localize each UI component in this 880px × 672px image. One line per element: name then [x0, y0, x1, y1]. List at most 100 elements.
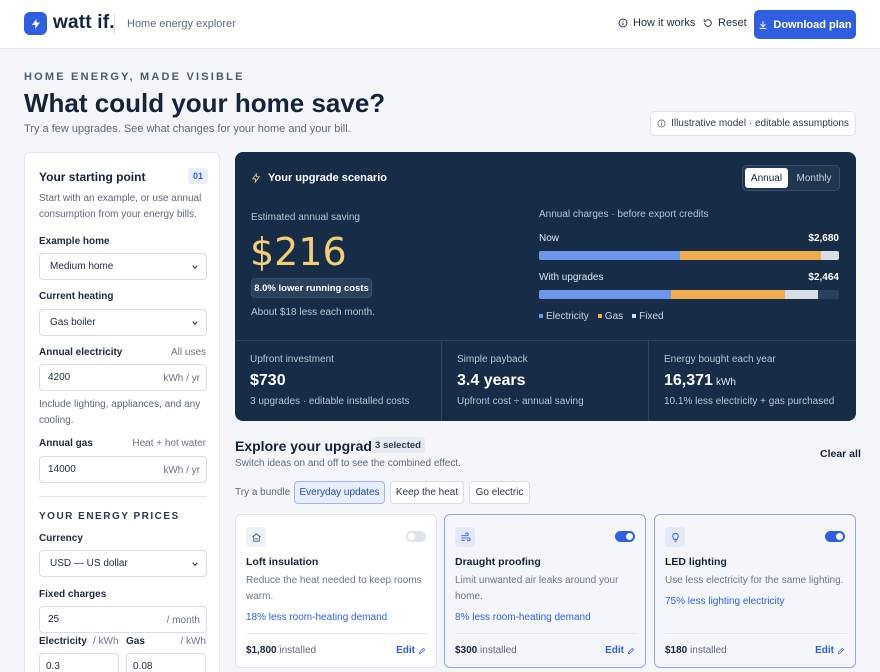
stats-divider: [235, 340, 856, 341]
starting-point-panel: Your starting point 01 Start with an exa…: [24, 152, 220, 672]
currency-select[interactable]: USD — US dollar: [39, 550, 207, 577]
energy-bought-label: Energy bought each year: [664, 354, 776, 365]
chevron-down-icon: [192, 321, 198, 326]
legend-electricity: Electricity: [539, 311, 589, 322]
chevron-down-icon: [192, 265, 198, 270]
download-plan-button[interactable]: Download plan: [754, 10, 856, 39]
upfront-investment-note: 3 upgrades · editable installed costs: [250, 396, 410, 407]
upgrade-description: Limit unwanted air leaks around your hom…: [455, 575, 619, 602]
legend-fixed: Fixed: [632, 311, 664, 322]
stats-divider-2: [648, 341, 649, 421]
download-icon: [760, 20, 767, 29]
section-divider: [39, 496, 207, 497]
upgrade-card-loft-insulation[interactable]: Loft insulation Reduce the heat needed t…: [235, 514, 437, 668]
now-bar-gas: [680, 251, 821, 260]
now-label: Now: [539, 233, 560, 244]
card-divider: [455, 633, 637, 634]
example-home-select[interactable]: Medium home: [39, 253, 207, 280]
edit-button[interactable]: Edit: [396, 645, 426, 656]
illustrative-model-label: Illustrative model · editable assumption…: [671, 118, 849, 129]
upgrade-impact: 8% less room-heating demand: [455, 612, 591, 623]
upgrade-impact: 75% less lighting electricity: [665, 596, 785, 607]
lower-costs-pill: 8.0% lower running costs: [251, 278, 372, 298]
now-bar-fixed: [821, 251, 839, 260]
page-title: What could your home save?: [24, 88, 386, 118]
fixed-charges-input[interactable]: 25 / month: [39, 606, 207, 633]
with-upgrades-label: With upgrades: [539, 272, 604, 283]
chevron-down-icon: [192, 562, 198, 567]
upgrade-description: Reduce the heat needed to keep rooms war…: [246, 575, 422, 602]
edit-button[interactable]: Edit: [815, 645, 845, 656]
toggle-annual[interactable]: Annual: [745, 168, 788, 188]
energy-bought-unit: kWh: [715, 377, 736, 388]
charges-legend: Electricity Gas Fixed: [539, 311, 664, 322]
reset-icon: [703, 19, 712, 27]
fixed-charges-label: Fixed charges: [39, 589, 107, 600]
house-icon: [246, 527, 266, 547]
reset-button[interactable]: Reset: [703, 17, 747, 29]
logo-bolt-icon[interactable]: [24, 12, 47, 35]
bundle-keep-the-heat[interactable]: Keep the heat: [390, 481, 464, 504]
upgrade-impact: 18% less room-heating demand: [246, 612, 388, 623]
info-icon: [657, 119, 666, 128]
gas-price-input[interactable]: 0.08: [126, 653, 206, 672]
hero-subtitle: Try a few upgrades. See what changes for…: [24, 123, 351, 135]
annual-electricity-note: Include lighting, appliances, and any co…: [39, 399, 201, 426]
gas-price-label: Gas: [126, 636, 145, 647]
wind-icon: [455, 527, 475, 547]
stats-divider-1: [441, 341, 442, 421]
annual-charges-title: Annual charges · before export credits: [539, 209, 709, 220]
card-divider: [246, 633, 428, 634]
fixed-charges-value: 25: [48, 614, 60, 625]
pencil-icon: [837, 647, 845, 654]
scenario-header: Your upgrade scenario: [251, 172, 387, 184]
with-bar-gas: [671, 290, 785, 299]
annual-electricity-input[interactable]: 4200 kWh / yr: [39, 364, 207, 391]
electricity-price-input[interactable]: 0.3: [39, 653, 119, 672]
saving-value: $216: [250, 230, 347, 274]
upgrade-cost: $1,800 installed: [246, 645, 317, 656]
bundle-everyday-updates[interactable]: Everyday updates: [294, 481, 385, 504]
toggle-monthly[interactable]: Monthly: [791, 168, 837, 188]
current-heating-value: Gas boiler: [50, 317, 96, 328]
clear-all-button[interactable]: Clear all: [820, 448, 861, 460]
annual-electricity-label: Annual electricity: [39, 347, 123, 358]
upgrade-description: Use less electricity for the same lighti…: [665, 575, 844, 586]
led-lighting-toggle[interactable]: [825, 531, 845, 542]
with-bar-fixed: [785, 290, 818, 299]
explore-upgrades-title: Explore your upgrades: [235, 438, 388, 454]
now-bar-electricity: [539, 251, 680, 260]
top-bar: watt if. Home energy explorer How it wor…: [0, 0, 880, 49]
logo-text[interactable]: watt if.: [53, 12, 115, 34]
current-heating-select[interactable]: Gas boiler: [39, 309, 207, 336]
starting-point-description: Start with an example, or use annual con…: [39, 193, 202, 220]
pencil-icon: [418, 647, 426, 654]
selected-count-badge: 3 selected: [371, 437, 425, 453]
loft-insulation-toggle[interactable]: [406, 531, 426, 542]
edit-button[interactable]: Edit: [605, 645, 635, 656]
draught-proofing-toggle[interactable]: [615, 531, 635, 542]
logo-divider: [114, 14, 115, 34]
monthly-note: About $18 less each month.: [251, 307, 375, 318]
example-home-label: Example home: [39, 236, 110, 247]
reset-label: Reset: [718, 17, 747, 29]
illustrative-model-badge: Illustrative model · editable assumption…: [650, 111, 856, 136]
with-upgrades-bar: [539, 290, 839, 299]
upgrade-cost: $300 installed: [455, 645, 517, 656]
starting-point-title: Your starting point: [39, 170, 146, 184]
currency-label: Currency: [39, 533, 83, 544]
upgrade-card-draught-proofing[interactable]: Draught proofing Limit unwanted air leak…: [444, 514, 646, 668]
annual-gas-input[interactable]: 14000 kWh / yr: [39, 456, 207, 483]
energy-bought-note: 10.1% less electricity + gas purchased: [664, 396, 835, 407]
gas-price-unit: / kWh: [180, 636, 206, 647]
currency-value: USD — US dollar: [50, 558, 128, 569]
annual-electricity-value: 4200: [48, 372, 71, 383]
hero-eyebrow: HOME ENERGY, MADE VISIBLE: [24, 71, 245, 83]
upfront-investment-label: Upfront investment: [250, 354, 334, 365]
info-icon: [618, 18, 628, 28]
upgrade-title: LED lighting: [665, 556, 727, 568]
bundle-go-electric[interactable]: Go electric: [469, 481, 530, 504]
how-it-works-link[interactable]: How it works: [618, 17, 695, 29]
upgrade-card-led-lighting[interactable]: LED lighting Use less electricity for th…: [654, 514, 856, 668]
fixed-charges-unit: / month: [166, 615, 200, 626]
